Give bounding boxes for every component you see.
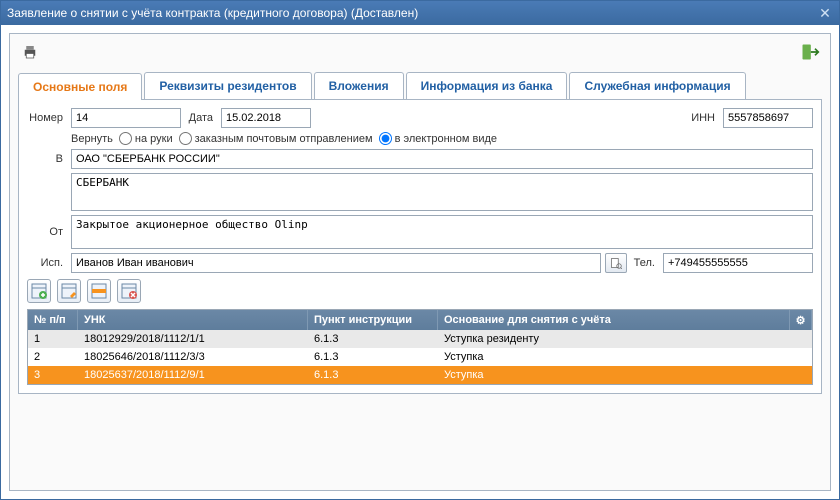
col-unk[interactable]: УНК bbox=[78, 310, 308, 330]
tab-residents[interactable]: Реквизиты резидентов bbox=[144, 72, 311, 99]
executor-label: Исп. bbox=[27, 257, 67, 269]
table-row[interactable]: 1 18012929/2018/1112/1/1 6.1.3 Уступка р… bbox=[28, 330, 812, 348]
col-reason[interactable]: Основание для снятия с учёта bbox=[438, 310, 790, 330]
from-input[interactable] bbox=[71, 215, 813, 249]
tab-attachments[interactable]: Вложения bbox=[314, 72, 404, 99]
to-bank2-input[interactable] bbox=[71, 173, 813, 211]
titlebar: Заявление о снятии с учёта контракта (кр… bbox=[1, 1, 839, 25]
to-bank-input[interactable] bbox=[71, 149, 813, 169]
tab-main[interactable]: Основные поля bbox=[18, 73, 142, 100]
from-label: От bbox=[27, 226, 67, 238]
col-instr[interactable]: Пункт инструкции bbox=[308, 310, 438, 330]
return-electronic[interactable]: в электронном виде bbox=[379, 132, 497, 145]
return-registered[interactable]: заказным почтовым отправлением bbox=[179, 132, 373, 145]
tab-service[interactable]: Служебная информация bbox=[569, 72, 745, 99]
print-icon[interactable] bbox=[18, 42, 42, 62]
form-panel: Номер Дата ИНН Вернуть на руки заказным … bbox=[18, 100, 822, 394]
inn-input[interactable] bbox=[723, 108, 813, 128]
add-row-icon[interactable] bbox=[27, 279, 51, 303]
content: Основные поля Реквизиты резидентов Вложе… bbox=[9, 33, 831, 491]
window-title: Заявление о снятии с учёта контракта (кр… bbox=[7, 6, 817, 20]
date-label: Дата bbox=[185, 112, 217, 124]
edit-row-icon[interactable] bbox=[57, 279, 81, 303]
tab-bankinfo[interactable]: Информация из банка bbox=[406, 72, 568, 99]
return-hands[interactable]: на руки bbox=[119, 132, 173, 145]
executor-input[interactable] bbox=[71, 253, 601, 273]
grid-toolbar bbox=[27, 279, 813, 303]
top-iconbar bbox=[18, 42, 822, 62]
grid-header: № п/п УНК Пункт инструкции Основание для… bbox=[28, 310, 812, 330]
highlight-row-icon[interactable] bbox=[87, 279, 111, 303]
return-radio-group: Вернуть на руки заказным почтовым отправ… bbox=[71, 132, 497, 145]
number-label: Номер bbox=[27, 112, 67, 124]
close-icon[interactable]: ✕ bbox=[817, 5, 833, 21]
inn-label: ИНН bbox=[691, 112, 719, 124]
number-input[interactable] bbox=[71, 108, 181, 128]
to-label: В bbox=[27, 153, 67, 165]
table-row[interactable]: 2 18025646/2018/1112/3/3 6.1.3 Уступка bbox=[28, 348, 812, 366]
window: Заявление о снятии с учёта контракта (кр… bbox=[0, 0, 840, 500]
executor-lookup-icon[interactable] bbox=[605, 253, 627, 273]
col-num[interactable]: № п/п bbox=[28, 310, 78, 330]
tel-input[interactable] bbox=[663, 253, 813, 273]
tel-label: Тел. bbox=[631, 257, 659, 269]
return-label: Вернуть bbox=[71, 133, 113, 145]
table-row[interactable]: 3 18025637/2018/1112/9/1 6.1.3 Уступка bbox=[28, 366, 812, 384]
delete-row-icon[interactable] bbox=[117, 279, 141, 303]
gear-icon[interactable]: ⚙ bbox=[790, 310, 812, 330]
grid: № п/п УНК Пункт инструкции Основание для… bbox=[27, 309, 813, 385]
date-input[interactable] bbox=[221, 108, 311, 128]
tabs: Основные поля Реквизиты резидентов Вложе… bbox=[18, 72, 822, 100]
exit-icon[interactable] bbox=[798, 42, 822, 62]
